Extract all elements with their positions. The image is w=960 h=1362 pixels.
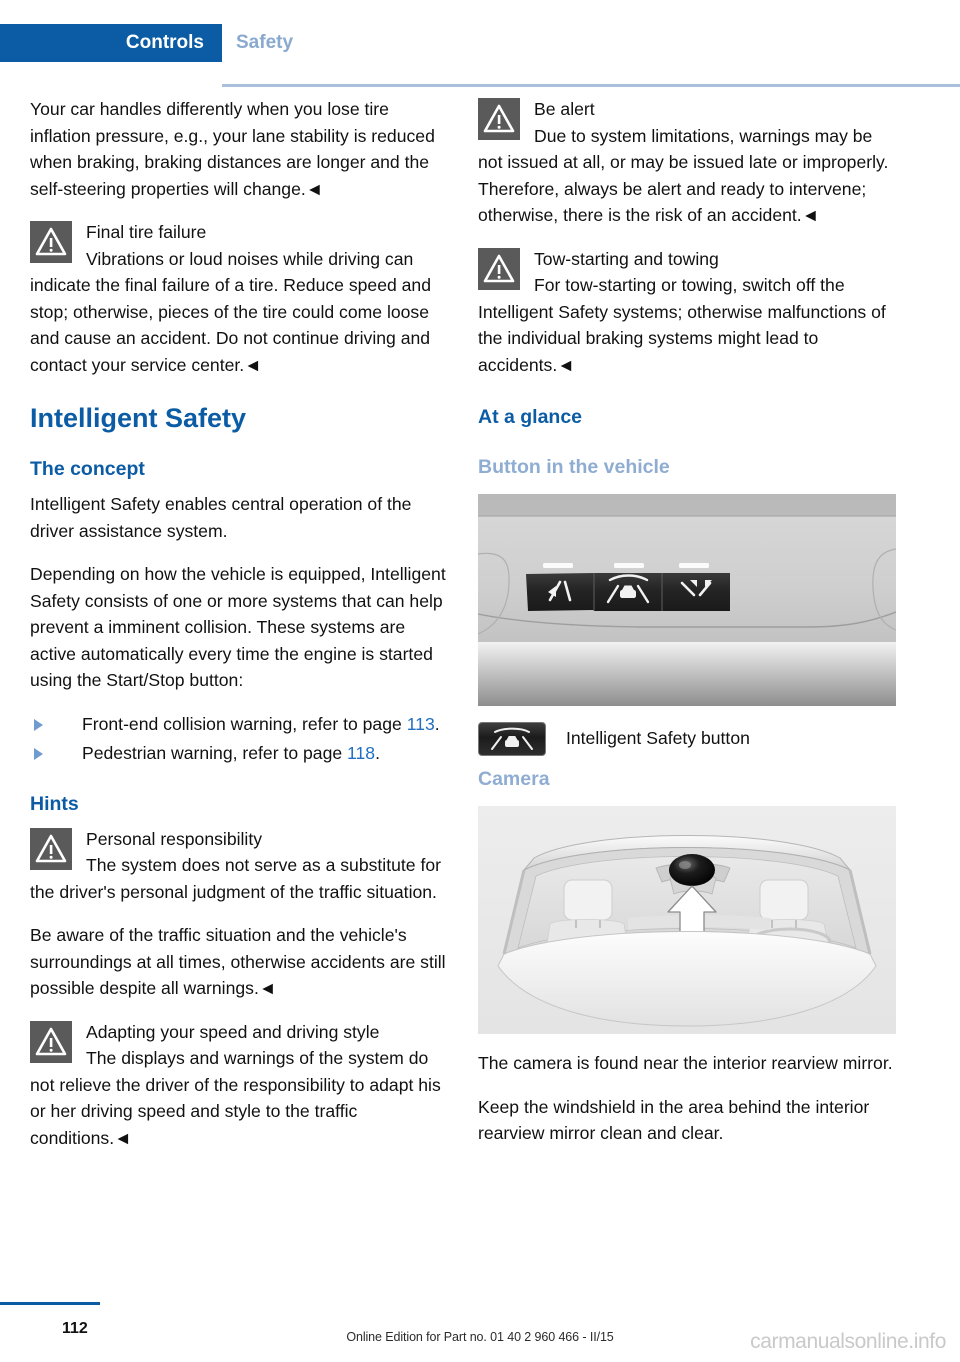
footer-divider <box>0 1302 100 1305</box>
subheading-hints: Hints <box>30 792 79 815</box>
figure-console-buttons <box>478 494 896 706</box>
warning-triangle-icon <box>478 98 520 140</box>
concept-paragraph-1: Intelligent Safety enables central opera… <box>30 494 412 541</box>
subheading-the-concept: The concept <box>30 458 145 480</box>
warning-text: The displays and warnings of the system … <box>30 1048 441 1148</box>
subheading-button-in-the-vehicle: Button in the vehicle <box>478 456 670 478</box>
warning-triangle-icon <box>478 247 520 290</box>
list-item-suffix: . <box>434 713 440 734</box>
warning-text: Due to system limitations, warnings may … <box>478 125 889 226</box>
warning-block-final-tire-failure: Final tire failure Vibrations or loud no… <box>30 219 448 378</box>
list-item-text: Pedestrian warning, refer to page <box>82 743 348 763</box>
warning-block-adapting-speed: Adapting your speed and driving style Th… <box>30 1019 448 1152</box>
intro-paragraph: Your car handles differently when you lo… <box>30 99 435 199</box>
list-item: Front-end collision warning, refer to pa… <box>30 711 448 738</box>
warning-text: For tow-starting or towing, switch off t… <box>478 275 886 375</box>
intelligent-safety-button-icon <box>478 722 546 756</box>
figure-camera-location <box>478 806 896 1034</box>
list-item: Pedestrian warning, refer to page 118. <box>30 740 448 767</box>
warning-block-be-alert: Be alert Due to system limitations, warn… <box>478 96 896 229</box>
warning-block-tow-starting: Tow-starting and towing For tow-starting… <box>478 246 896 379</box>
vehicle-console-buttons-photo <box>478 494 896 706</box>
section-heading-intelligent-safety: Intelligent Safety <box>30 403 247 433</box>
subheading-at-a-glance: At a glance <box>478 406 583 428</box>
warning-title: Final tire failure <box>86 222 207 242</box>
camera-paragraph-2: Keep the windshield in the area behind t… <box>478 1096 870 1144</box>
windshield-camera-location-illustration <box>478 806 896 1034</box>
warning-title: Be alert <box>534 99 595 119</box>
warning-block-personal-responsibility: Personal responsibility The system does … <box>30 826 448 906</box>
list-item-suffix: . <box>375 743 380 763</box>
warning-title: Personal responsibility <box>86 828 263 849</box>
bullet-triangle-icon <box>34 748 43 760</box>
bullet-triangle-icon <box>34 718 43 731</box>
figure-caption-button: Intelligent Safety button <box>478 722 896 758</box>
camera-paragraph-1: The camera is found near the interior re… <box>478 1053 893 1073</box>
breadcrumb-tab-controls[interactable]: Controls <box>0 24 222 62</box>
header-divider <box>222 84 960 87</box>
warning-triangle-icon <box>30 1020 72 1063</box>
concept-paragraph-2: Depending on how the vehicle is equipped… <box>30 564 446 690</box>
warning-title: Adapting your speed and driving style <box>86 1021 380 1042</box>
warning-text: Vibrations or loud noises while driving … <box>30 248 432 375</box>
warning-triangle-icon <box>30 827 72 870</box>
figure-caption-text: Intelligent Safety button <box>566 728 750 748</box>
right-column: Be alert Due to system limitations, warn… <box>478 96 896 1164</box>
subheading-camera: Camera <box>478 768 550 790</box>
awareness-paragraph: Be aware of the traffic situation and th… <box>30 925 446 998</box>
page-reference-link[interactable]: 118 <box>347 743 375 763</box>
left-column: Your car handles differently when you lo… <box>30 96 448 1168</box>
page-reference-link[interactable]: 113 <box>407 714 435 734</box>
warning-triangle-icon <box>30 221 72 263</box>
warning-title: Tow-starting and towing <box>534 248 719 269</box>
warning-text: The system does not serve as a substitut… <box>30 855 441 902</box>
list-item-text: Front-end collision warning, refer to pa… <box>82 713 407 734</box>
breadcrumb-tab-controls-label: Controls <box>125 32 204 53</box>
watermark-text: carmanualsonline.info <box>750 1330 946 1353</box>
system-list: Front-end collision warning, refer to pa… <box>30 711 448 767</box>
page-header: Controls Safety <box>0 24 960 87</box>
breadcrumb-tab-safety[interactable]: Safety <box>236 32 293 54</box>
